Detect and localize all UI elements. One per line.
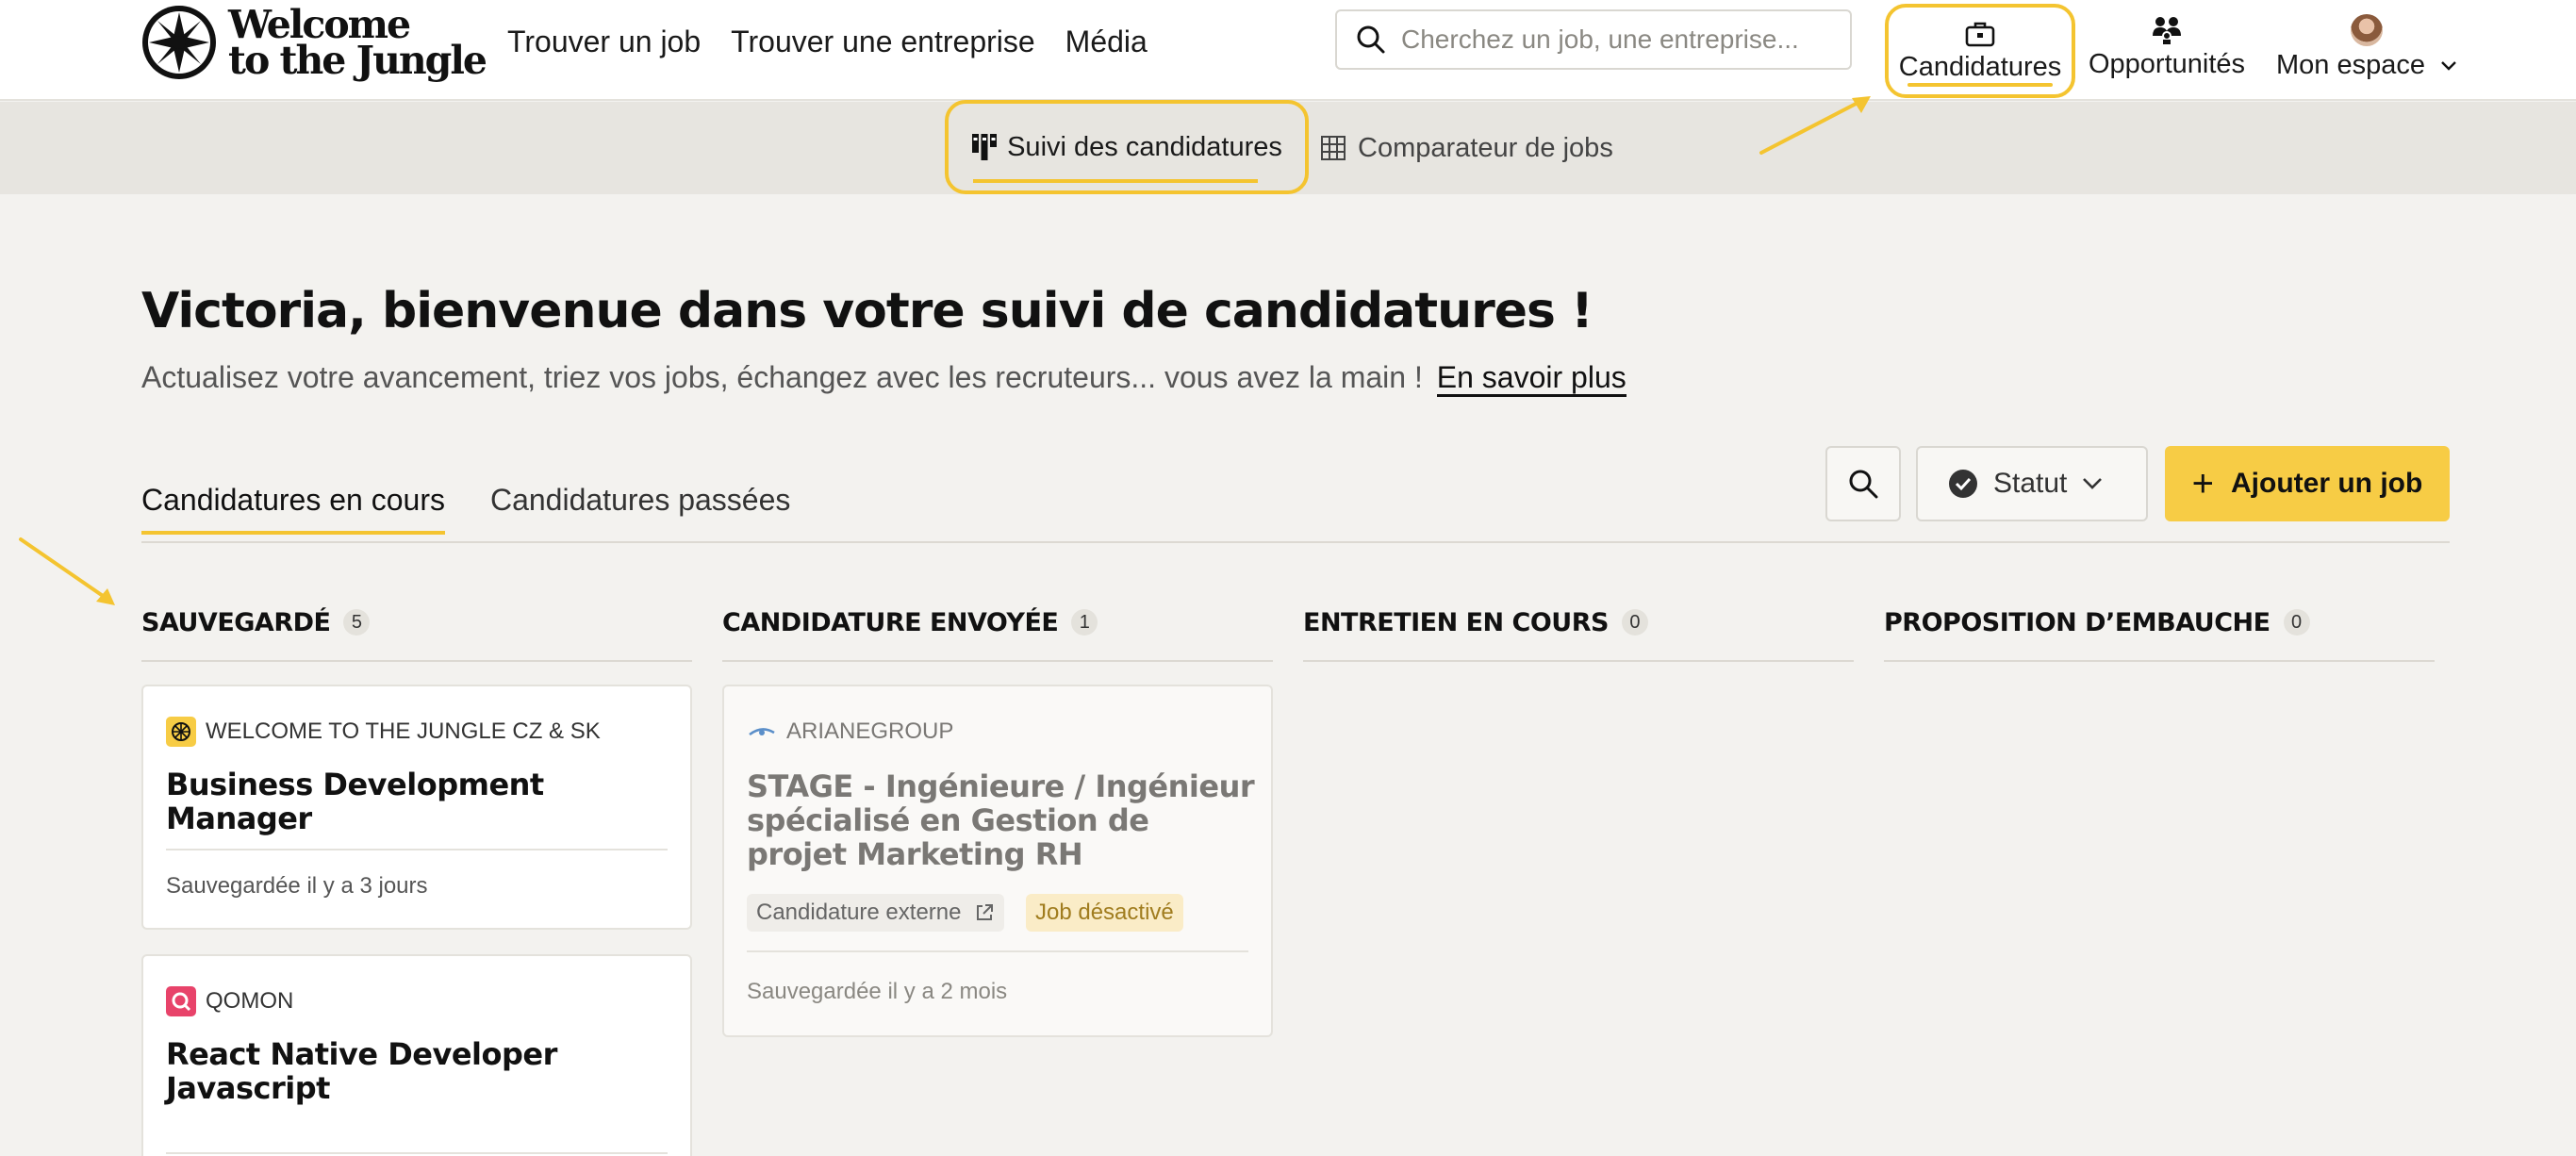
job-title: STAGE - Ingénieure / Ingénieur spécialis… <box>747 768 1255 872</box>
divider <box>166 1152 668 1154</box>
nav-media[interactable]: Média <box>1065 19 1148 64</box>
annotation-arrow-icon <box>1759 96 1871 155</box>
column-proposition-embauche: PROPOSITION D’EMBAUCHE 0 <box>1884 600 2435 662</box>
nav-mon-espace[interactable]: Mon espace <box>2268 0 2466 94</box>
add-job-button[interactable]: + Ajouter un job <box>2165 446 2450 521</box>
top-header: Welcome to the Jungle Trouver un job Tro… <box>0 0 2576 101</box>
status-filter-label: Statut <box>1993 468 2068 499</box>
application-tabs: Candidatures en cours Candidatures passé… <box>141 483 790 535</box>
chevron-down-icon <box>2441 60 2456 71</box>
column-count-badge: 1 <box>1071 609 1098 636</box>
logo[interactable]: Welcome to the Jungle <box>140 2 487 83</box>
company-name: ARIANEGROUP <box>747 717 953 747</box>
column-header: CANDIDATURE ENVOYÉE 1 <box>722 600 1273 645</box>
job-disabled-badge: Job désactivé <box>1026 894 1183 932</box>
column-entretien-en-cours: ENTRETIEN EN COURS 0 <box>1303 600 1854 662</box>
divider <box>1303 660 1854 662</box>
nav-trouver-une-entreprise[interactable]: Trouver une entreprise <box>731 19 1035 64</box>
nav-trouver-un-job[interactable]: Trouver un job <box>507 19 701 64</box>
job-card[interactable]: WELCOME TO THE JUNGLE CZ & SK Business D… <box>141 685 692 930</box>
column-title: PROPOSITION D’EMBAUCHE <box>1884 607 2271 637</box>
plus-icon: + <box>2191 463 2215 504</box>
nav-opportunites-label: Opportunités <box>2088 48 2246 79</box>
annotation-arrow-icon <box>19 537 115 605</box>
search-box[interactable] <box>1335 9 1852 70</box>
nav-mon-espace-label: Mon espace <box>2276 50 2457 81</box>
page-subtitle: Actualisez votre avancement, triez vos j… <box>141 360 1627 397</box>
column-title: SAUVEGARDÉ <box>141 607 331 637</box>
main-nav: Trouver un job Trouver une entreprise Mé… <box>507 19 1148 64</box>
company-name: WELCOME TO THE JUNGLE CZ & SK <box>166 717 601 747</box>
company-logo-icon <box>166 986 196 1016</box>
column-header: SAUVEGARDÉ 5 <box>141 600 692 645</box>
active-underline <box>973 179 1258 183</box>
tab-suivi-label: Suivi des candidatures <box>1007 131 1282 162</box>
nav-candidatures-label: Candidatures <box>1898 51 2062 82</box>
divider <box>166 849 668 850</box>
tab-candidatures-passees[interactable]: Candidatures passées <box>490 483 790 535</box>
search-input[interactable] <box>1401 25 1844 55</box>
add-job-label: Ajouter un job <box>2231 468 2423 499</box>
divider <box>141 660 692 662</box>
logo-text: Welcome to the Jungle <box>228 2 487 83</box>
column-candidature-envoyee: CANDIDATURE ENVOYÉE 1 ARIANEGROUP STAGE … <box>722 600 1273 1037</box>
saved-date: Sauvegardée il y a 3 jours <box>166 873 428 899</box>
page-title: Victoria, bienvenue dans votre suivi de … <box>141 283 1593 339</box>
grid-icon <box>1321 136 1346 160</box>
company-logo-icon <box>166 717 196 747</box>
column-count-badge: 5 <box>343 609 371 636</box>
kanban-icon <box>972 134 998 160</box>
active-underline <box>1907 83 2053 87</box>
logo-icon <box>142 6 216 79</box>
column-header: ENTRETIEN EN COURS 0 <box>1303 600 1854 645</box>
job-card[interactable]: ARIANEGROUP STAGE - Ingénieure / Ingénie… <box>722 685 1273 1037</box>
column-title: ENTRETIEN EN COURS <box>1303 607 1609 637</box>
divider <box>722 660 1273 662</box>
chevron-down-icon <box>2083 478 2103 489</box>
avatar <box>2351 13 2383 46</box>
saved-date: Sauvegardée il y a 2 mois <box>747 979 1008 1004</box>
people-icon <box>2153 16 2181 44</box>
check-circle-icon <box>1949 470 1977 498</box>
job-title: Business Development Manager <box>166 767 544 836</box>
company-name: QOMON <box>166 986 293 1016</box>
divider <box>747 950 1248 952</box>
learn-more-link[interactable]: En savoir plus <box>1436 360 1627 397</box>
external-link-icon <box>977 904 994 920</box>
external-application-tag[interactable]: Candidature externe <box>747 894 1005 932</box>
job-card[interactable]: QOMON React Native Developer Javascript <box>141 954 692 1156</box>
tab-candidatures-en-cours[interactable]: Candidatures en cours <box>141 483 445 535</box>
tab-suivi-des-candidatures[interactable]: Suivi des candidatures <box>945 100 1309 194</box>
nav-candidatures[interactable]: Candidatures <box>1885 4 2075 98</box>
divider <box>1884 660 2435 662</box>
divider <box>141 541 2450 543</box>
search-icon <box>1849 470 1878 499</box>
nav-opportunites[interactable]: Opportunités <box>2082 0 2252 94</box>
column-count-badge: 0 <box>1621 609 1648 636</box>
column-sauvegarde: SAUVEGARDÉ 5 WELCOME TO THE JUNGLE CZ & … <box>141 600 692 1156</box>
column-header: PROPOSITION D’EMBAUCHE 0 <box>1884 600 2435 645</box>
job-title: React Native Developer Javascript <box>166 1036 557 1106</box>
column-count-badge: 0 <box>2283 609 2310 636</box>
tab-comparateur-label: Comparateur de jobs <box>1358 132 1613 163</box>
tab-comparateur-de-jobs[interactable]: Comparateur de jobs <box>1320 102 1613 194</box>
status-filter-button[interactable]: Statut <box>1916 446 2148 521</box>
column-title: CANDIDATURE ENVOYÉE <box>722 607 1059 637</box>
search-button[interactable] <box>1825 446 1901 521</box>
search-icon <box>1357 25 1385 54</box>
company-logo-icon <box>747 717 777 747</box>
briefcase-icon <box>1965 22 1995 46</box>
